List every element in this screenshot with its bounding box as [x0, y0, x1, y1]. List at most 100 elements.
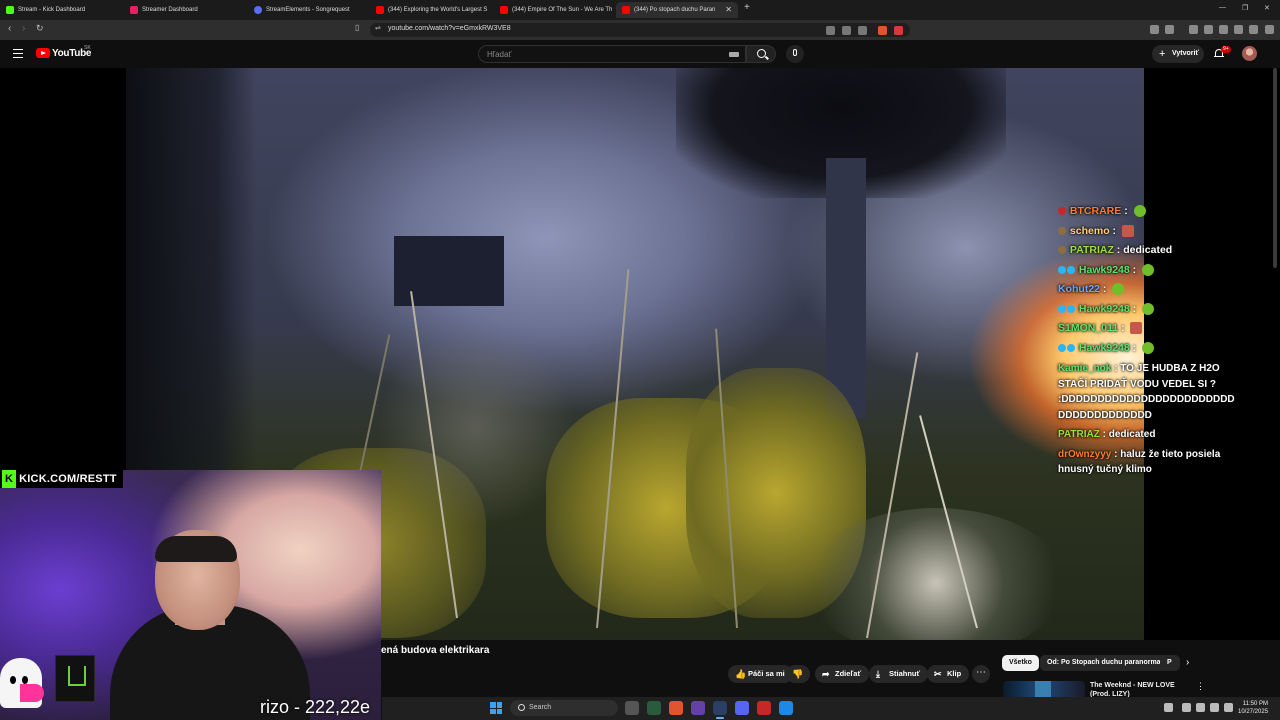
- leo-icon[interactable]: [1234, 25, 1243, 34]
- badge-icon: [1067, 265, 1075, 274]
- battery-icon[interactable]: [1224, 703, 1233, 712]
- vpn-icon[interactable]: [1249, 25, 1258, 34]
- search-button[interactable]: [746, 45, 776, 63]
- app-icon[interactable]: [757, 701, 771, 715]
- tab-kick-dashboard[interactable]: Stream - Kick Dashboard: [0, 2, 124, 18]
- chip-all[interactable]: Všetko: [1002, 655, 1039, 671]
- task-view-icon[interactable]: [625, 701, 639, 715]
- url-text: youtube.com/watch?v=eGmxkRW3VE8: [388, 25, 511, 32]
- forward-icon[interactable]: ›: [22, 23, 25, 34]
- taskbar-search-label: Search: [529, 704, 552, 711]
- chat-message: Kamie_nok : TO JE HUDBA Z H2O STAČÍ PRID…: [1058, 363, 1220, 390]
- suggestion-menu-icon[interactable]: ⋮: [1196, 681, 1205, 692]
- tab-label: (344) Empire Of The Sun - We Are Th: [512, 7, 613, 13]
- cast-icon[interactable]: [826, 26, 835, 35]
- discord-icon[interactable]: [735, 701, 749, 715]
- youtube-favicon-icon: [376, 6, 384, 14]
- tab-label: (344) Exploring the World's Largest S: [388, 7, 488, 13]
- page-scrollbar[interactable]: [1273, 68, 1277, 268]
- new-tab-icon[interactable]: +: [744, 2, 750, 13]
- tray-app-icon[interactable]: [1182, 703, 1191, 712]
- emote-icon: [1142, 263, 1155, 276]
- create-label: Vytvoriť: [1172, 50, 1199, 57]
- taskbar-search[interactable]: Search: [510, 700, 618, 716]
- brave-rewards-icon[interactable]: [894, 26, 903, 35]
- sidebar-icon[interactable]: [1204, 25, 1213, 34]
- badge-icon: [1058, 207, 1066, 216]
- dislike-icon: 👎: [792, 669, 804, 679]
- browser-tab-strip: Stream - Kick Dashboard Streamer Dashboa…: [0, 0, 1280, 20]
- extension-icon[interactable]: [1165, 25, 1174, 34]
- tab-label: (344) Po stopach duchu Paran: [634, 7, 716, 13]
- streamer-favicon-icon: [130, 6, 138, 14]
- kick-url-text: KICK.COM/RESTT: [19, 473, 117, 485]
- more-actions-icon[interactable]: ⋯: [972, 665, 990, 683]
- brave-shield-icon[interactable]: [878, 26, 887, 35]
- search-input[interactable]: Hľadať: [478, 45, 746, 63]
- avatar[interactable]: [1242, 46, 1257, 61]
- share-icon[interactable]: [858, 26, 867, 35]
- menu-icon[interactable]: [1265, 25, 1274, 34]
- share-icon: ➦: [822, 669, 830, 679]
- clip-icon: ✂: [934, 669, 942, 679]
- chat-message: :DDDDDDDDDDDDDDDDDDDDDDDDDDDDDDDDDDDDD: [1058, 394, 1235, 421]
- tab-youtube-exploring[interactable]: (344) Exploring the World's Largest S: [370, 2, 492, 18]
- hamburger-menu-icon[interactable]: [13, 49, 23, 60]
- back-icon[interactable]: ‹: [8, 23, 11, 34]
- tab-label: Streamer Dashboard: [142, 7, 198, 13]
- tab-youtube-empire[interactable]: (344) Empire Of The Sun - We Are Th: [494, 2, 614, 18]
- tray-chevron-icon[interactable]: [1164, 703, 1173, 712]
- search-placeholder: Hľadať: [487, 50, 512, 59]
- tab-youtube-active[interactable]: (344) Po stopach duchu Paran ✕: [616, 2, 738, 18]
- emote-icon: [1121, 224, 1134, 237]
- download-button[interactable]: ⤓ Stiahnuť: [869, 665, 929, 683]
- twitch-icon[interactable]: [691, 701, 705, 715]
- reload-icon[interactable]: ↻: [36, 23, 44, 34]
- badge-icon: [1058, 226, 1066, 235]
- brave-browser-icon[interactable]: [669, 701, 683, 715]
- taskbar-clock[interactable]: 11:50 PM 10/27/2025: [1238, 700, 1268, 716]
- chip-next[interactable]: P: [1160, 655, 1180, 671]
- dislike-button[interactable]: 👎: [786, 665, 810, 683]
- ghost-mascot-icon: [0, 658, 44, 708]
- share-button[interactable]: ➦ Zdieľať: [815, 665, 870, 683]
- bookmark-icon[interactable]: ▯: [355, 23, 359, 32]
- close-window-icon[interactable]: ✕: [1264, 4, 1270, 12]
- chat-message: Hawk9248 :: [1058, 300, 1238, 320]
- network-icon[interactable]: [1196, 703, 1205, 712]
- chat-message: schemo :: [1058, 222, 1238, 242]
- tab-streamer-dashboard[interactable]: Streamer Dashboard: [124, 2, 248, 18]
- chevron-right-icon[interactable]: ›: [1186, 657, 1189, 668]
- badge-icon: [1058, 246, 1066, 255]
- windows-start-icon[interactable]: [490, 702, 502, 714]
- badge-icon: [1058, 343, 1066, 352]
- app-icon[interactable]: [779, 701, 793, 715]
- minimize-icon[interactable]: —: [1219, 4, 1226, 11]
- voice-search-icon[interactable]: [786, 45, 804, 63]
- site-info-icon[interactable]: ⇌: [375, 24, 381, 32]
- tab-streamelements[interactable]: StreamElements - Songrequest: [248, 2, 370, 18]
- close-tab-icon[interactable]: ✕: [725, 2, 732, 18]
- volume-icon[interactable]: [1210, 703, 1219, 712]
- like-button[interactable]: 👍 Páči sa mi: [728, 665, 793, 683]
- app-icon[interactable]: [647, 701, 661, 715]
- translate-icon[interactable]: [842, 26, 851, 35]
- badge-icon: [1058, 304, 1066, 313]
- keyboard-icon[interactable]: [729, 52, 739, 57]
- obs-icon[interactable]: [713, 701, 727, 719]
- kick-logo: K: [2, 470, 17, 488]
- chat-message: PATRIAZ : dedicated: [1058, 241, 1238, 261]
- media-icon[interactable]: [1189, 25, 1198, 34]
- emote-icon: [1130, 322, 1143, 335]
- extension-icon[interactable]: [1150, 25, 1159, 34]
- chat-message: drOwnzyyy : haluz že tieto posiela hnusn…: [1058, 448, 1221, 476]
- streamelements-favicon-icon: [254, 6, 262, 14]
- create-button[interactable]: + Vytvoriť: [1152, 45, 1204, 63]
- wallet-icon[interactable]: [1219, 25, 1228, 34]
- maximize-icon[interactable]: ❐: [1242, 4, 1248, 12]
- badge-icon: [1058, 265, 1066, 274]
- chip-from-channel[interactable]: Od: Po Stopach duchu paranormal: [1040, 655, 1170, 671]
- address-bar[interactable]: ⇌ youtube.com/watch?v=eGmxkRW3VE8: [370, 23, 910, 37]
- kick-favicon-icon: [6, 6, 14, 14]
- clip-button[interactable]: ✂ Klip: [927, 665, 970, 683]
